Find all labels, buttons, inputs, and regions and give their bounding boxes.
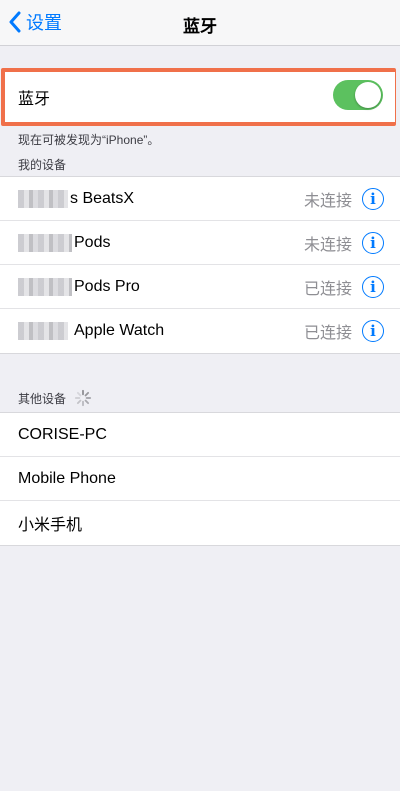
device-name: Pods — [74, 233, 111, 251]
device-status: 未连接 — [303, 236, 352, 254]
navigation-bar: 设置 蓝牙 — [0, 0, 400, 46]
device-row[interactable]: Apple Watch 已连接 i — [0, 309, 400, 353]
device-status: 未连接 — [303, 192, 352, 210]
info-icon[interactable]: i — [362, 231, 384, 254]
blurred-name-part — [18, 277, 72, 296]
other-devices-list: CORISE-PC Mobile Phone 小米手机 — [0, 412, 400, 546]
device-row[interactable]: Pods Pro 已连接 i — [0, 265, 400, 309]
device-row[interactable]: s BeatsX 未连接 i — [0, 177, 400, 221]
device-name: s BeatsX — [70, 189, 135, 207]
other-devices-header: 其他设备 — [0, 384, 400, 412]
device-row[interactable]: Pods 未连接 i — [0, 221, 400, 265]
other-devices-header-text: 其他设备 — [18, 391, 67, 406]
blurred-name-part — [18, 189, 68, 208]
info-icon[interactable]: i — [362, 187, 384, 210]
device-status: 已连接 — [303, 325, 352, 342]
info-icon[interactable]: i — [362, 320, 384, 342]
bluetooth-label: 蓝牙 — [18, 91, 51, 108]
device-name: Mobile Phone — [18, 469, 116, 487]
device-name: Apple Watch — [74, 322, 165, 339]
bluetooth-section: 蓝牙 — [0, 68, 400, 126]
device-status: 已连接 — [303, 280, 352, 298]
info-icon[interactable]: i — [362, 275, 384, 298]
device-name: CORISE-PC — [18, 425, 107, 443]
bluetooth-row: 蓝牙 — [5, 72, 395, 122]
my-devices-header-text: 我的设备 — [18, 157, 67, 172]
page-title: 蓝牙 — [183, 17, 217, 36]
toggle-knob — [355, 82, 381, 108]
device-name: Pods Pro — [74, 277, 140, 295]
my-devices-list: s BeatsX 未连接 i Pods 未连接 i Pods Pro 已连接 i… — [0, 176, 400, 354]
my-devices-header: 我的设备 — [0, 152, 400, 176]
bluetooth-toggle[interactable] — [333, 80, 383, 110]
blurred-name-part — [18, 233, 72, 252]
discoverable-note: 现在可被发现为“iPhone”。 — [18, 133, 160, 147]
loading-spinner-icon — [74, 389, 92, 407]
blurred-name-part — [18, 322, 68, 340]
device-name: 小米手机 — [18, 517, 83, 534]
other-device-row[interactable]: CORISE-PC — [0, 413, 400, 457]
other-device-row[interactable]: 小米手机 — [0, 501, 400, 545]
other-device-row[interactable]: Mobile Phone — [0, 457, 400, 501]
